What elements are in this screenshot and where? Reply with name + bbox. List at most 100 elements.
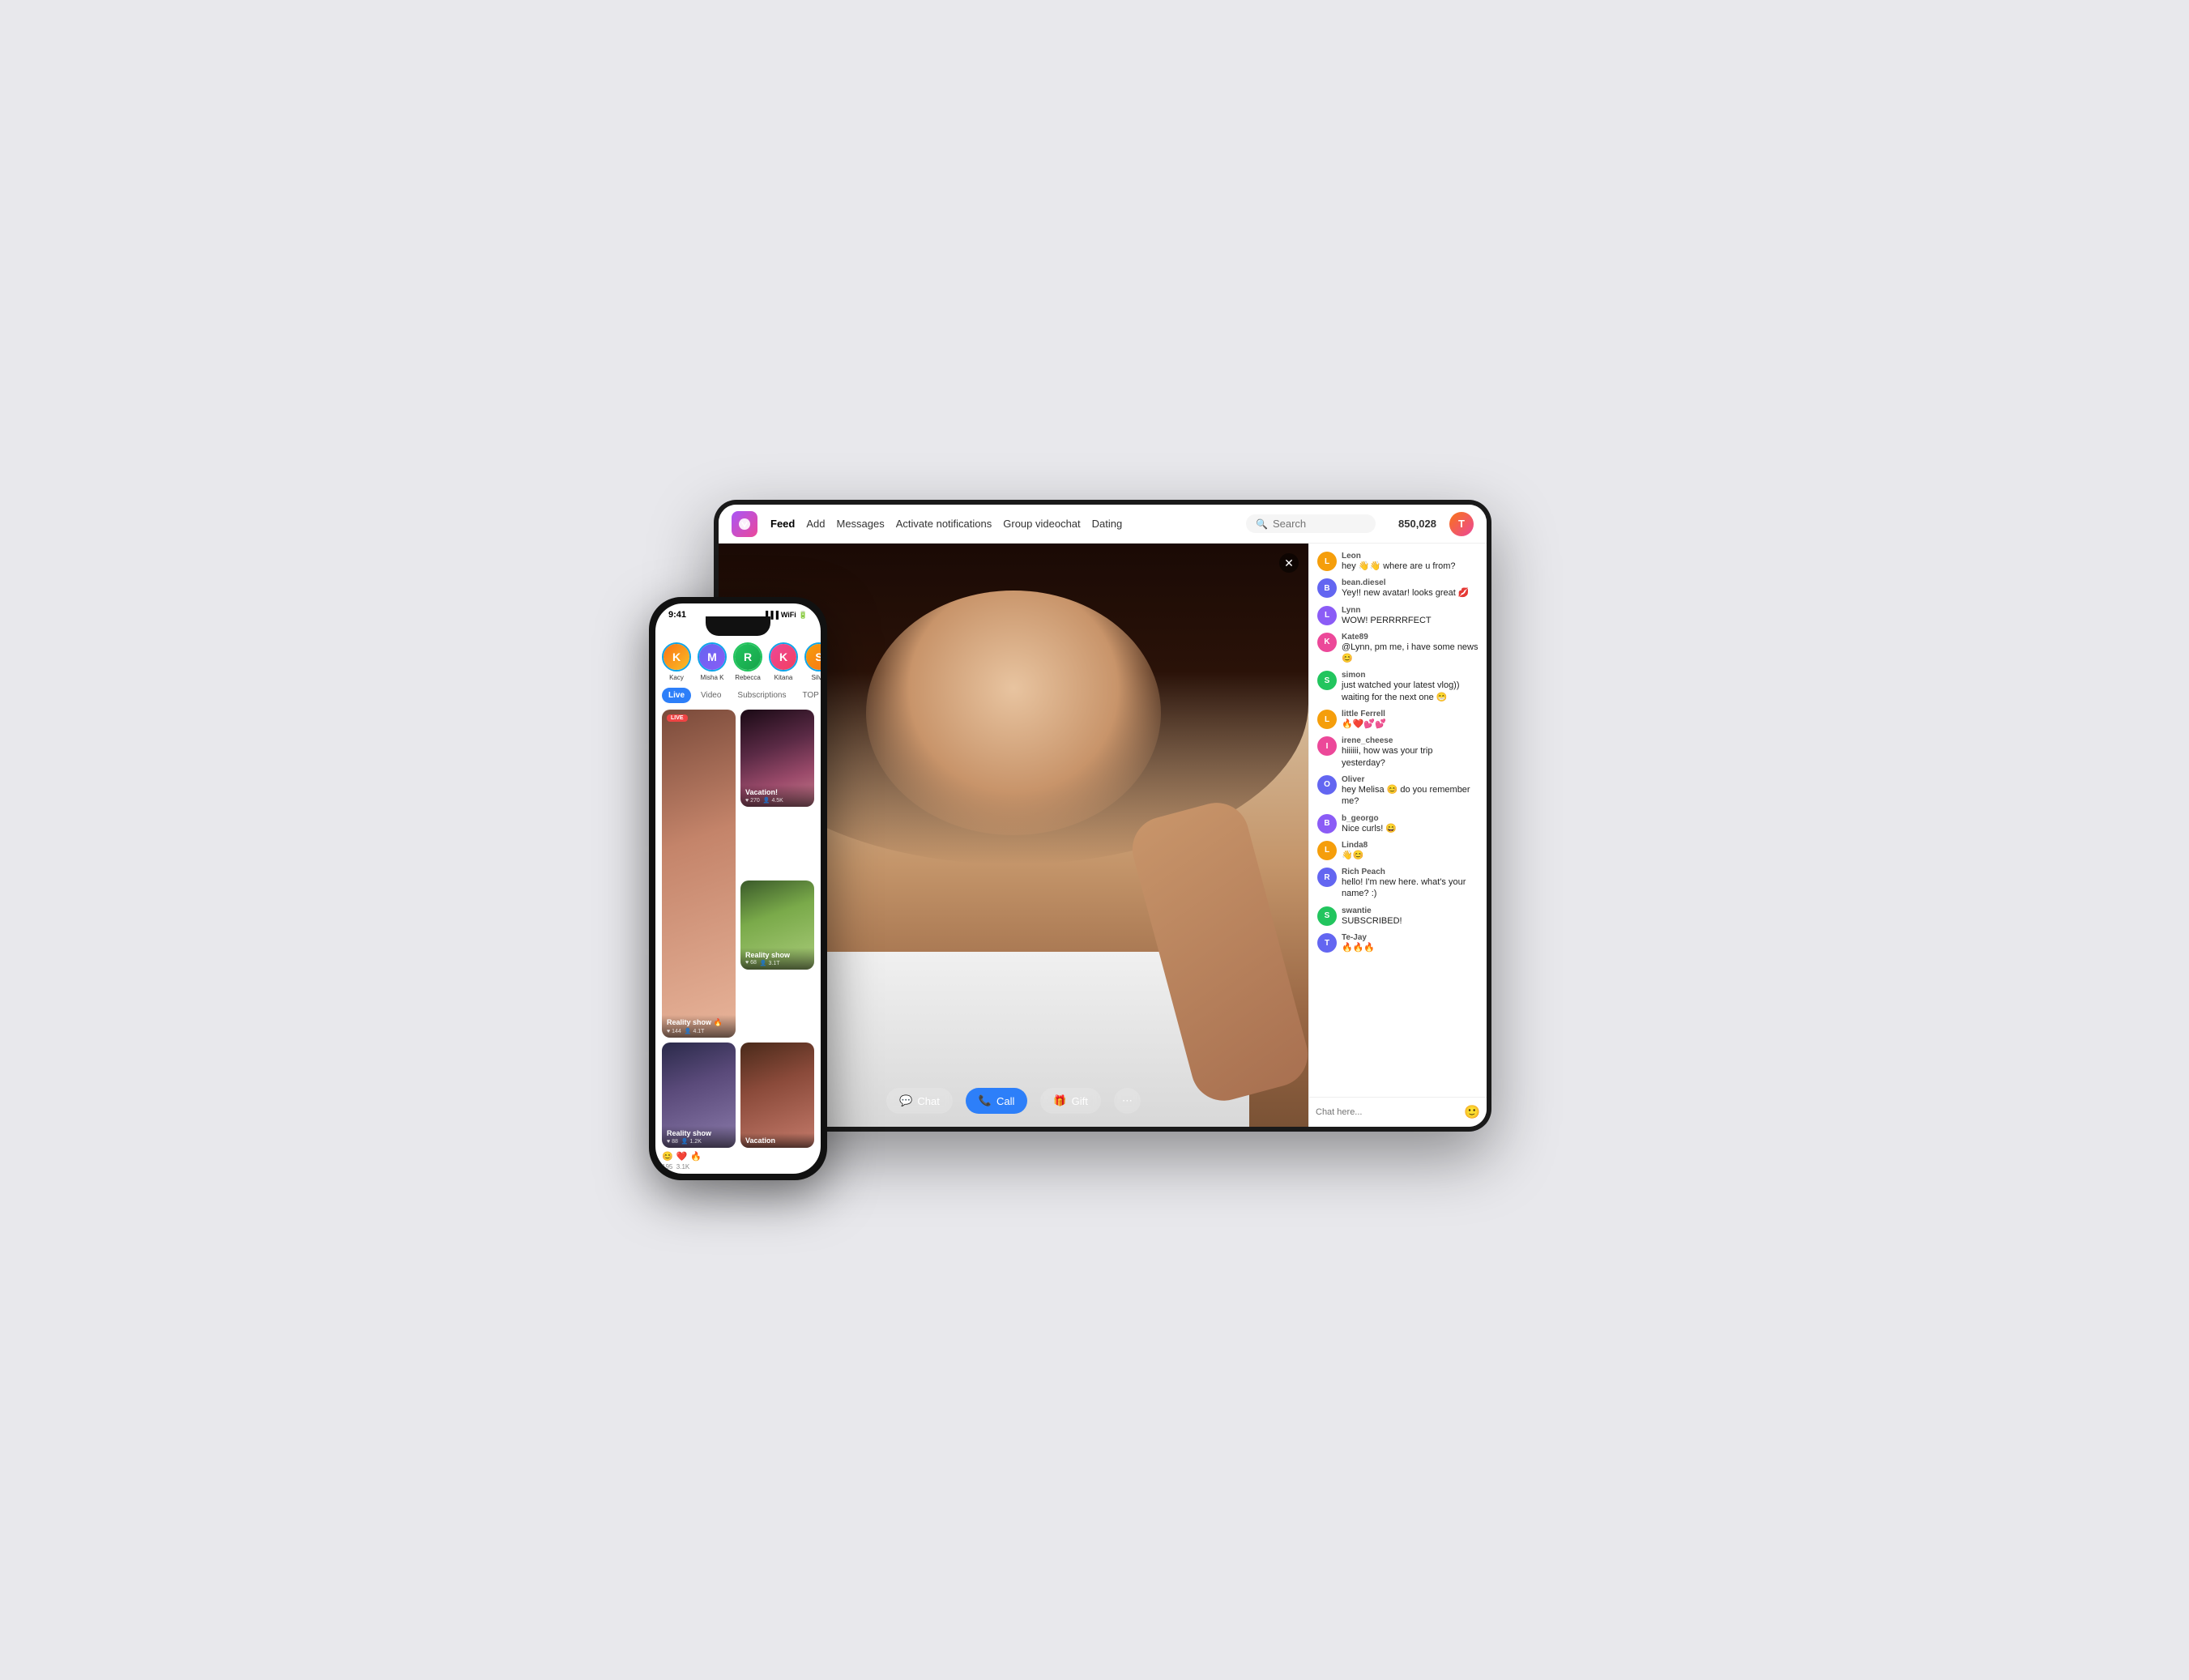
message-body: b_georgo Nice curls! 😄 bbox=[1342, 814, 1397, 834]
card-title: Reality show 🔥 bbox=[667, 1018, 731, 1027]
message-text: hiiiiii, how was your trip yesterday? bbox=[1342, 745, 1479, 769]
scene: Feed Add Messages Activate notifications… bbox=[649, 500, 1540, 1180]
message-text: 🔥🔥🔥 bbox=[1342, 942, 1375, 953]
stream-card[interactable]: Reality show ♥ 68 👤 3.1T bbox=[740, 881, 814, 970]
chat-message: B b_georgo Nice curls! 😄 bbox=[1317, 814, 1479, 834]
views-count: 👤 1.2K bbox=[681, 1138, 702, 1145]
story-item[interactable]: S Silvia bbox=[804, 642, 821, 681]
message-text: hello! I'm new here. what's your name? :… bbox=[1342, 876, 1479, 900]
stream-card[interactable]: Vacation! ♥ 270 👤 4.5K bbox=[740, 710, 814, 807]
gift-button[interactable]: 🎁 Gift bbox=[1040, 1088, 1100, 1114]
username: simon bbox=[1342, 671, 1479, 680]
chat-message: L Lynn WOW! PERRRRFECT bbox=[1317, 606, 1479, 626]
card-title: Reality show bbox=[667, 1129, 731, 1137]
username: Leon bbox=[1342, 552, 1456, 561]
avatar: O bbox=[1317, 775, 1337, 795]
user-avatar[interactable]: T bbox=[1449, 512, 1474, 536]
chat-message: R Rich Peach hello! I'm new here. what's… bbox=[1317, 868, 1479, 900]
story-item[interactable]: K Kitana bbox=[769, 642, 798, 681]
avatar: B bbox=[1317, 578, 1337, 598]
chat-label: Chat bbox=[917, 1095, 939, 1107]
close-button[interactable]: ✕ bbox=[1279, 553, 1299, 573]
views-count: 👤 3.1T bbox=[760, 960, 780, 966]
story-item[interactable]: R Rebecca bbox=[733, 642, 762, 681]
tab-subscriptions[interactable]: Subscriptions bbox=[731, 688, 792, 703]
story-item[interactable]: K Kacy bbox=[662, 642, 691, 681]
call-icon: 📞 bbox=[979, 1094, 992, 1107]
chat-input-area: 🙂 bbox=[1309, 1097, 1487, 1127]
card-label: Reality show ♥ 88 👤 1.2K bbox=[662, 1126, 736, 1148]
chat-message: L Leon hey 👋👋 where are u from? bbox=[1317, 552, 1479, 572]
nav-dating[interactable]: Dating bbox=[1092, 518, 1123, 530]
message-body: swantie SUBSCRIBED! bbox=[1342, 906, 1402, 927]
tab-live[interactable]: Live bbox=[662, 688, 691, 703]
tab-video[interactable]: Video bbox=[694, 688, 728, 703]
message-body: Oliver hey Melisa 😊 do you remember me? bbox=[1342, 775, 1479, 808]
card-title: Vacation! bbox=[745, 788, 809, 796]
card-stats: ♥ 144 👤 4.1T bbox=[667, 1028, 731, 1034]
nav-links: Feed Add Messages Activate notifications… bbox=[770, 518, 1122, 530]
tablet-device: Feed Add Messages Activate notifications… bbox=[714, 500, 1491, 1132]
chat-button[interactable]: 💬 Chat bbox=[886, 1088, 953, 1114]
card-title: Vacation bbox=[745, 1136, 809, 1145]
search-bar[interactable]: 🔍 bbox=[1246, 514, 1376, 533]
emoji-button[interactable]: 🙂 bbox=[1464, 1104, 1480, 1120]
card-label: Vacation bbox=[740, 1133, 814, 1148]
nav-notifications[interactable]: Activate notifications bbox=[896, 518, 992, 530]
stream-card[interactable]: Reality show ♥ 88 👤 1.2K bbox=[662, 1043, 736, 1148]
card-stats: ♥ 88 👤 1.2K bbox=[667, 1138, 731, 1145]
message-text: @Lynn, pm me, i have some news 😊 bbox=[1342, 642, 1479, 665]
story-item[interactable]: M Misha K bbox=[698, 642, 727, 681]
chat-icon: 💬 bbox=[899, 1094, 912, 1107]
chat-panel: L Leon hey 👋👋 where are u from? B bean.d… bbox=[1308, 544, 1487, 1127]
card-title: Reality show bbox=[745, 951, 809, 959]
chat-input-field[interactable] bbox=[1316, 1107, 1459, 1117]
username: swantie bbox=[1342, 906, 1402, 915]
nav-feed[interactable]: Feed bbox=[770, 518, 795, 530]
username: irene_cheese bbox=[1342, 736, 1479, 745]
stream-card[interactable]: Reality show 🔥 ♥ 144 👤 4.1T LIVE bbox=[662, 710, 736, 1038]
call-button[interactable]: 📞 Call bbox=[966, 1088, 1028, 1114]
story-avatar: R bbox=[733, 642, 762, 672]
message-body: Leon hey 👋👋 where are u from? bbox=[1342, 552, 1456, 572]
search-input[interactable] bbox=[1273, 518, 1366, 530]
message-text: 👋😊 bbox=[1342, 850, 1368, 861]
message-body: bean.diesel Yey!! new avatar! looks grea… bbox=[1342, 578, 1470, 599]
phone-notch bbox=[706, 616, 770, 636]
phone-tabs: Live Video Subscriptions TOP ⋮ bbox=[655, 688, 821, 710]
avatar: I bbox=[1317, 736, 1337, 756]
avatar: K bbox=[1317, 633, 1337, 652]
story-name: Kitana bbox=[774, 674, 793, 681]
avatar: R bbox=[1317, 868, 1337, 887]
phone-device: 9:41 ▐▐▐ WiFi 🔋 K Kacy bbox=[649, 597, 827, 1180]
live-badge: LIVE bbox=[667, 714, 688, 722]
nav-add[interactable]: Add bbox=[806, 518, 825, 530]
nav-messages[interactable]: Messages bbox=[836, 518, 884, 530]
nav-videochat[interactable]: Group videochat bbox=[1003, 518, 1080, 530]
chat-message: S simon just watched your latest vlog)) … bbox=[1317, 671, 1479, 703]
phone-footer-stats: 195 3.1K bbox=[655, 1163, 821, 1174]
username: Oliver bbox=[1342, 775, 1479, 784]
likes-count: ♥ 88 bbox=[667, 1139, 678, 1145]
call-label: Call bbox=[996, 1095, 1014, 1107]
tab-top[interactable]: TOP bbox=[796, 688, 821, 703]
wifi-icon: WiFi bbox=[781, 611, 796, 620]
message-text: 🔥❤️💕💕 bbox=[1342, 718, 1386, 730]
emoji-display: ❤️ bbox=[676, 1151, 688, 1162]
message-text: SUBSCRIBED! bbox=[1342, 915, 1402, 927]
coins-count: 850,028 bbox=[1398, 518, 1436, 530]
avatar: L bbox=[1317, 552, 1337, 571]
story-name: Rebecca bbox=[735, 674, 761, 681]
phone-card-grid: Reality show 🔥 ♥ 144 👤 4.1T LIVE Vacatio… bbox=[655, 710, 821, 1038]
stream-card[interactable]: Vacation bbox=[740, 1043, 814, 1148]
username: Rich Peach bbox=[1342, 868, 1479, 876]
card-label: Vacation! ♥ 270 👤 4.5K bbox=[740, 785, 814, 807]
message-body: Kate89 @Lynn, pm me, i have some news 😊 bbox=[1342, 633, 1479, 665]
more-button[interactable]: ⋯ bbox=[1114, 1088, 1141, 1114]
username: bean.diesel bbox=[1342, 578, 1470, 587]
more-icon: ⋯ bbox=[1122, 1094, 1133, 1107]
card-label: Reality show 🔥 ♥ 144 👤 4.1T bbox=[662, 1015, 736, 1038]
stories-row: K Kacy M Misha K R Rebecca bbox=[655, 636, 821, 688]
emoji-display: 🔥 bbox=[690, 1151, 702, 1162]
story-avatar: M bbox=[698, 642, 727, 672]
